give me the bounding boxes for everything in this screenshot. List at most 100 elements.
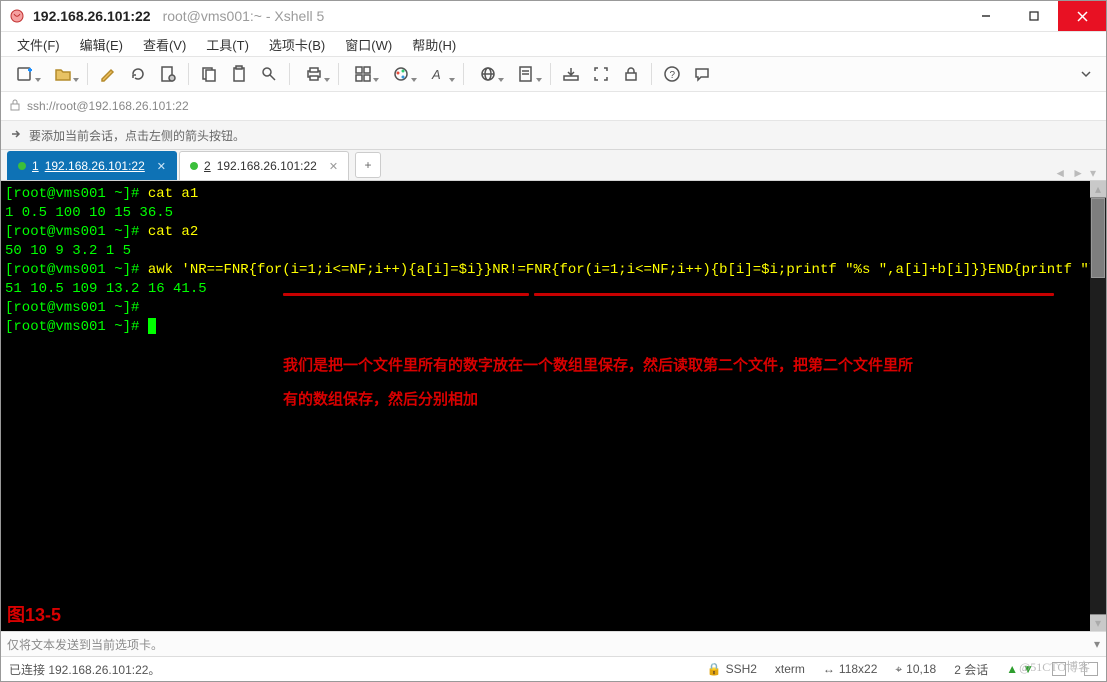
- terminal-line: [root@vms001 ~]# awk 'NR==FNR{for(i=1;i<…: [5, 261, 1084, 280]
- down-icon: ▼: [1022, 662, 1034, 676]
- fullscreen-button[interactable]: [587, 60, 615, 88]
- send-bar-dropdown-icon[interactable]: ▾: [1094, 637, 1100, 651]
- underline-annotation: [283, 293, 529, 296]
- status-dot-icon: [18, 162, 26, 170]
- status-sessions: 2 会话: [954, 661, 988, 678]
- send-bar[interactable]: 仅将文本发送到当前选项卡。 ▾: [1, 631, 1106, 656]
- close-button[interactable]: [1058, 1, 1106, 31]
- toolbar-separator: [188, 63, 189, 85]
- compose-button[interactable]: [94, 60, 122, 88]
- up-icon: ▲: [1006, 662, 1018, 676]
- tab-label: 192.168.26.101:22: [45, 159, 145, 173]
- status-term: xterm: [775, 662, 805, 676]
- toolbar-separator: [463, 63, 464, 85]
- tile-button[interactable]: [345, 60, 381, 88]
- toolbar-separator: [87, 63, 88, 85]
- color-button[interactable]: [383, 60, 419, 88]
- lock-small-icon: 🔒: [707, 662, 722, 676]
- scroll-up-icon[interactable]: ▴: [1090, 181, 1106, 198]
- terminal-line: 1 0.5 100 10 15 36.5: [5, 204, 1084, 223]
- tab-close-icon[interactable]: ✕: [329, 160, 338, 173]
- cursor-icon: ⌖: [895, 662, 902, 677]
- transfer-button[interactable]: [557, 60, 585, 88]
- status-cap: [1052, 662, 1066, 676]
- terminal-annotation: 我们是把一个文件里所有的数字放在一个数组里保存，然后读取第二个文件，把第二个文件…: [283, 349, 913, 417]
- status-dot-icon: [190, 162, 198, 170]
- arrow-icon[interactable]: [9, 127, 23, 144]
- tab-prev-icon[interactable]: ◄: [1054, 166, 1066, 180]
- tab-nav: ◄ ► ▾: [1054, 166, 1100, 180]
- menu-window[interactable]: 窗口(W): [337, 32, 400, 57]
- toolbar-separator: [651, 63, 652, 85]
- tab-num: 1: [32, 159, 39, 173]
- properties-button[interactable]: [154, 60, 182, 88]
- terminal-area: [root@vms001 ~]# cat a11 0.5 100 10 15 3…: [1, 181, 1106, 631]
- scroll-down-icon[interactable]: ▾: [1090, 614, 1106, 631]
- title-ip: 192.168.26.101:22: [33, 8, 151, 24]
- toolbar-separator: [550, 63, 551, 85]
- help-button[interactable]: ?: [658, 60, 686, 88]
- figure-label: 图13-5: [7, 606, 61, 625]
- paste-button[interactable]: [225, 60, 253, 88]
- menu-file[interactable]: 文件(F): [9, 32, 68, 57]
- scroll-track[interactable]: [1090, 198, 1106, 614]
- toolbar-separator: [289, 63, 290, 85]
- info-bar: 要添加当前会话，点击左侧的箭头按钮。: [1, 121, 1106, 150]
- terminal-line: 50 10 9 3.2 1 5: [5, 242, 1084, 261]
- info-text: 要添加当前会话，点击左侧的箭头按钮。: [29, 127, 245, 144]
- reconnect-button[interactable]: [124, 60, 152, 88]
- titlebar: 192.168.26.101:22 root@vms001:~ - Xshell…: [1, 1, 1106, 32]
- toolbar-separator: [338, 63, 339, 85]
- status-num: [1084, 662, 1098, 676]
- underline-annotation: [534, 293, 1054, 296]
- tab-add-button[interactable]: +: [355, 152, 381, 178]
- status-size: ↔118x22: [823, 662, 877, 676]
- svg-text:?: ?: [670, 70, 676, 81]
- address-bar[interactable]: ssh://root@192.168.26.101:22: [1, 92, 1106, 121]
- open-button[interactable]: [45, 60, 81, 88]
- lock-button[interactable]: [617, 60, 645, 88]
- app-icon: [9, 8, 25, 24]
- new-session-button[interactable]: [7, 60, 43, 88]
- status-pos: ⌖10,18: [895, 662, 936, 677]
- status-traffic: ▲▼: [1006, 662, 1034, 676]
- tab-num: 2: [204, 159, 211, 173]
- menu-view[interactable]: 查看(V): [135, 32, 194, 57]
- minimize-button[interactable]: [962, 1, 1010, 31]
- menu-help[interactable]: 帮助(H): [404, 32, 464, 57]
- menu-tools[interactable]: 工具(T): [198, 32, 257, 57]
- send-bar-text: 仅将文本发送到当前选项卡。: [7, 636, 163, 653]
- status-ssh: 🔒SSH2: [707, 662, 757, 676]
- scrollbar[interactable]: ▴ ▾: [1090, 181, 1106, 631]
- print-button[interactable]: [296, 60, 332, 88]
- copy-button[interactable]: [195, 60, 223, 88]
- terminal-line: [root@vms001 ~]# cat a1: [5, 185, 1084, 204]
- find-button[interactable]: [255, 60, 283, 88]
- resize-icon: ↔: [823, 662, 835, 676]
- terminal-line: [root@vms001 ~]#: [5, 299, 1084, 318]
- terminal-line: [root@vms001 ~]#: [5, 318, 1084, 337]
- scroll-thumb[interactable]: [1091, 198, 1105, 278]
- tab-close-icon[interactable]: ✕: [157, 160, 166, 173]
- globe-button[interactable]: [470, 60, 506, 88]
- tab-menu-icon[interactable]: ▾: [1090, 166, 1096, 180]
- app-window: 192.168.26.101:22 root@vms001:~ - Xshell…: [0, 0, 1107, 682]
- menu-tabs[interactable]: 选项卡(B): [261, 32, 333, 57]
- terminal[interactable]: [root@vms001 ~]# cat a11 0.5 100 10 15 3…: [1, 181, 1090, 631]
- svg-text:A: A: [431, 67, 441, 82]
- terminal-line: [root@vms001 ~]# cat a2: [5, 223, 1084, 242]
- tab-next-icon[interactable]: ►: [1072, 166, 1084, 180]
- terminal-line: 51 10.5 109 13.2 16 41.5: [5, 280, 1084, 299]
- session-tab-1[interactable]: 1 192.168.26.101:22 ✕: [7, 151, 177, 180]
- menu-edit[interactable]: 编辑(E): [72, 32, 131, 57]
- menubar: 文件(F) 编辑(E) 查看(V) 工具(T) 选项卡(B) 窗口(W) 帮助(…: [1, 32, 1106, 57]
- chat-button[interactable]: [688, 60, 716, 88]
- tab-label: 192.168.26.101:22: [217, 159, 317, 173]
- session-tab-2[interactable]: 2 192.168.26.101:22 ✕: [179, 151, 349, 180]
- maximize-button[interactable]: [1010, 1, 1058, 31]
- font-button[interactable]: A: [421, 60, 457, 88]
- window-buttons: [962, 1, 1106, 31]
- script-button[interactable]: [508, 60, 544, 88]
- toolbar-dropdown[interactable]: [1072, 60, 1100, 88]
- lock-icon: [9, 99, 21, 114]
